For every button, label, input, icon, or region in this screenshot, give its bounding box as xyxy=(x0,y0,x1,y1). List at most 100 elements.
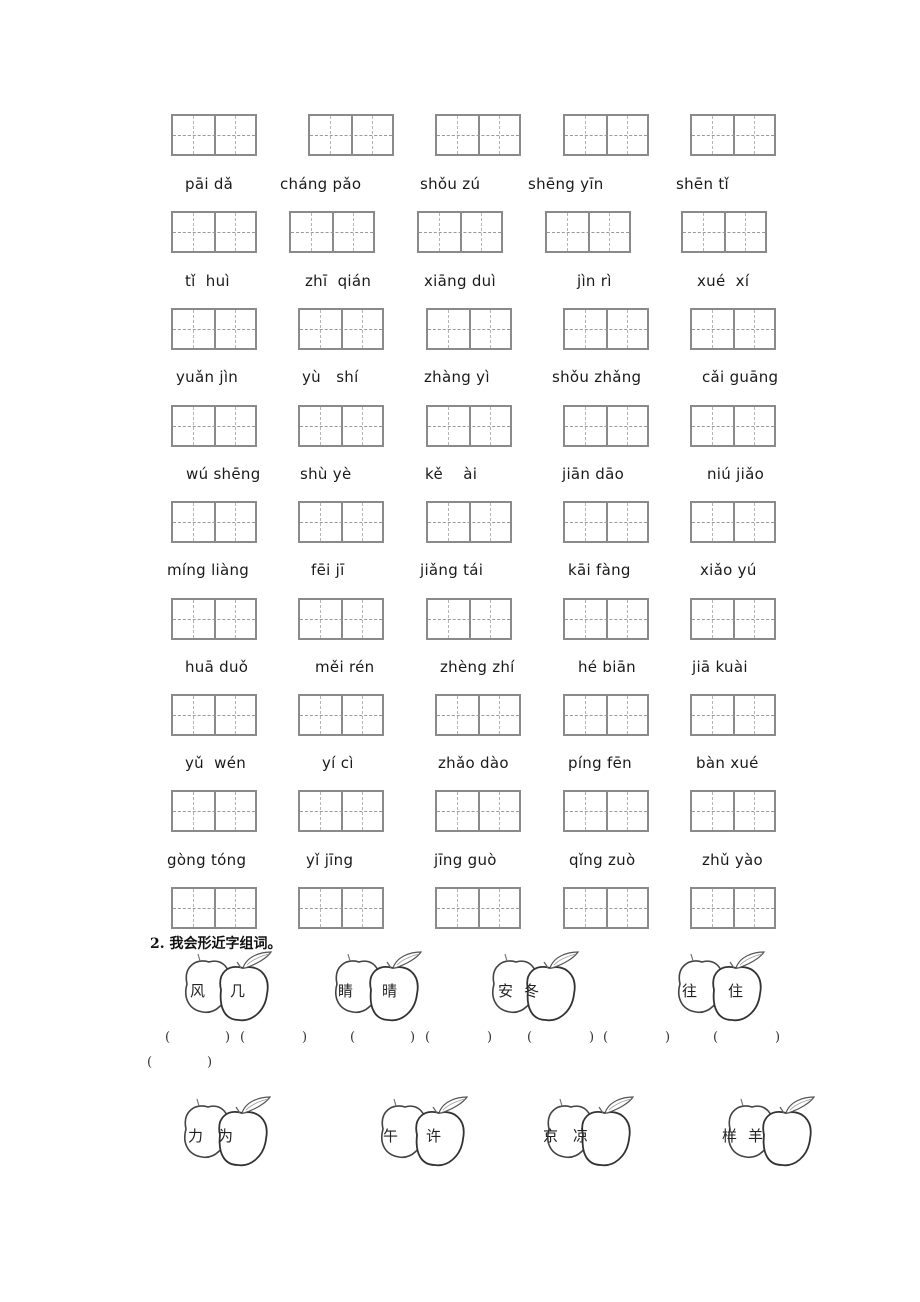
writing-grid-box[interactable] xyxy=(171,308,257,350)
writing-grid-box[interactable] xyxy=(563,790,649,832)
pinyin-label: kāi fàng xyxy=(568,561,631,579)
writing-grid-box[interactable] xyxy=(171,114,257,156)
apple-char-left: 往 xyxy=(682,982,698,1000)
writing-grid-box[interactable] xyxy=(690,694,776,736)
pinyin-label: jiā kuài xyxy=(692,658,748,676)
apple-char-right: 晴 xyxy=(382,982,398,1000)
pinyin-label: jiǎng tái xyxy=(420,561,484,579)
writing-grid-box[interactable] xyxy=(298,887,384,929)
pinyin-label: niú jiǎo xyxy=(707,465,765,483)
writing-grid-box[interactable] xyxy=(426,405,512,447)
writing-grid-box[interactable] xyxy=(563,405,649,447)
writing-grid-box[interactable] xyxy=(545,211,631,253)
writing-grid-box[interactable] xyxy=(417,211,503,253)
writing-grid-box[interactable] xyxy=(435,790,521,832)
pinyin-label: cǎi guāng xyxy=(702,368,779,386)
pinyin-label: hé biān xyxy=(578,658,636,676)
apple-pair: 力为 xyxy=(174,1095,284,1175)
pinyin-label: kě ài xyxy=(425,465,478,483)
pinyin-label: jīng guò xyxy=(434,851,497,869)
writing-grid-box[interactable] xyxy=(563,598,649,640)
writing-grid-box[interactable] xyxy=(298,308,384,350)
answer-paren-close: ) xyxy=(775,1030,781,1045)
apple-pair: 午许 xyxy=(371,1095,481,1175)
pinyin-label: yǔ wén xyxy=(185,754,247,772)
apple-char-left: 午 xyxy=(383,1127,399,1145)
apple-char-right: 凉 xyxy=(573,1127,589,1145)
writing-grid-box[interactable] xyxy=(681,211,767,253)
pinyin-label: xué xí xyxy=(697,272,750,290)
apple-pair: 风几 xyxy=(175,950,285,1030)
answer-paren-open: ( xyxy=(603,1030,609,1045)
answer-paren-open: ( xyxy=(147,1055,153,1070)
writing-grid-box[interactable] xyxy=(690,598,776,640)
pinyin-label: yuǎn jìn xyxy=(176,368,239,386)
pinyin-label: zhǎo dào xyxy=(438,754,509,772)
writing-grid-box[interactable] xyxy=(563,694,649,736)
writing-grid-box[interactable] xyxy=(563,308,649,350)
apple-char-left: 风 xyxy=(190,982,206,1000)
apple-pair: 睛晴 xyxy=(325,950,435,1030)
answer-paren-open: ( xyxy=(713,1030,719,1045)
pinyin-label: qǐng zuò xyxy=(569,851,636,869)
pinyin-label: shù yè xyxy=(300,465,352,483)
writing-grid-box[interactable] xyxy=(563,501,649,543)
pinyin-label: jiān dāo xyxy=(562,465,625,483)
writing-grid-box[interactable] xyxy=(171,501,257,543)
answer-paren-close: ) xyxy=(225,1030,231,1045)
pinyin-label: píng fēn xyxy=(568,754,632,772)
writing-grid-box[interactable] xyxy=(690,790,776,832)
apple-char-left: 样 xyxy=(722,1127,738,1145)
pinyin-label: zhàng yì xyxy=(424,368,490,386)
apple-char-right: 住 xyxy=(728,982,744,1000)
answer-paren-close: ) xyxy=(589,1030,595,1045)
pinyin-label: yí cì xyxy=(322,754,354,772)
apple-char-right: 冬 xyxy=(524,982,540,1000)
answer-paren-open: ( xyxy=(527,1030,533,1045)
apple-char-left: 安 xyxy=(498,982,514,1000)
writing-grid-box[interactable] xyxy=(690,308,776,350)
writing-grid-box[interactable] xyxy=(563,887,649,929)
apple-char-left: 力 xyxy=(188,1127,204,1145)
writing-grid-box[interactable] xyxy=(690,501,776,543)
apple-pair: 往住 xyxy=(668,950,778,1030)
pinyin-label: wú shēng xyxy=(186,465,261,483)
answer-paren-open: ( xyxy=(240,1030,246,1045)
pinyin-label: shǒu zhǎng xyxy=(552,368,642,386)
writing-grid-box[interactable] xyxy=(563,114,649,156)
writing-grid-box[interactable] xyxy=(171,887,257,929)
writing-grid-box[interactable] xyxy=(426,501,512,543)
pinyin-label: míng liàng xyxy=(167,561,250,579)
answer-paren-open: ( xyxy=(165,1030,171,1045)
writing-grid-box[interactable] xyxy=(426,598,512,640)
writing-grid-box[interactable] xyxy=(298,405,384,447)
answer-paren-close: ) xyxy=(302,1030,308,1045)
pinyin-label: zhǔ yào xyxy=(702,851,764,869)
writing-grid-box[interactable] xyxy=(298,790,384,832)
writing-grid-box[interactable] xyxy=(289,211,375,253)
writing-grid-box[interactable] xyxy=(426,308,512,350)
writing-grid-box[interactable] xyxy=(435,887,521,929)
writing-grid-box[interactable] xyxy=(298,598,384,640)
apple-pair: 安冬 xyxy=(482,950,592,1030)
writing-grid-box[interactable] xyxy=(690,405,776,447)
writing-grid-box[interactable] xyxy=(435,114,521,156)
pinyin-label: tǐ huì xyxy=(185,272,230,290)
writing-grid-box[interactable] xyxy=(298,694,384,736)
writing-grid-box[interactable] xyxy=(308,114,394,156)
writing-grid-box[interactable] xyxy=(435,694,521,736)
writing-grid-box[interactable] xyxy=(171,790,257,832)
writing-grid-box[interactable] xyxy=(171,598,257,640)
writing-grid-box[interactable] xyxy=(690,887,776,929)
writing-grid-box[interactable] xyxy=(171,694,257,736)
apple-char-left: 京 xyxy=(543,1127,559,1145)
writing-grid-box[interactable] xyxy=(171,211,257,253)
writing-grid-box[interactable] xyxy=(171,405,257,447)
section-2-title: 2. 我会形近字组词。 xyxy=(150,936,282,952)
writing-grid-box[interactable] xyxy=(298,501,384,543)
answer-paren-open: ( xyxy=(350,1030,356,1045)
pinyin-label: gòng tóng xyxy=(167,851,247,869)
pinyin-label: jìn rì xyxy=(577,272,612,290)
writing-grid-box[interactable] xyxy=(690,114,776,156)
apple-char-left: 睛 xyxy=(338,982,354,1000)
